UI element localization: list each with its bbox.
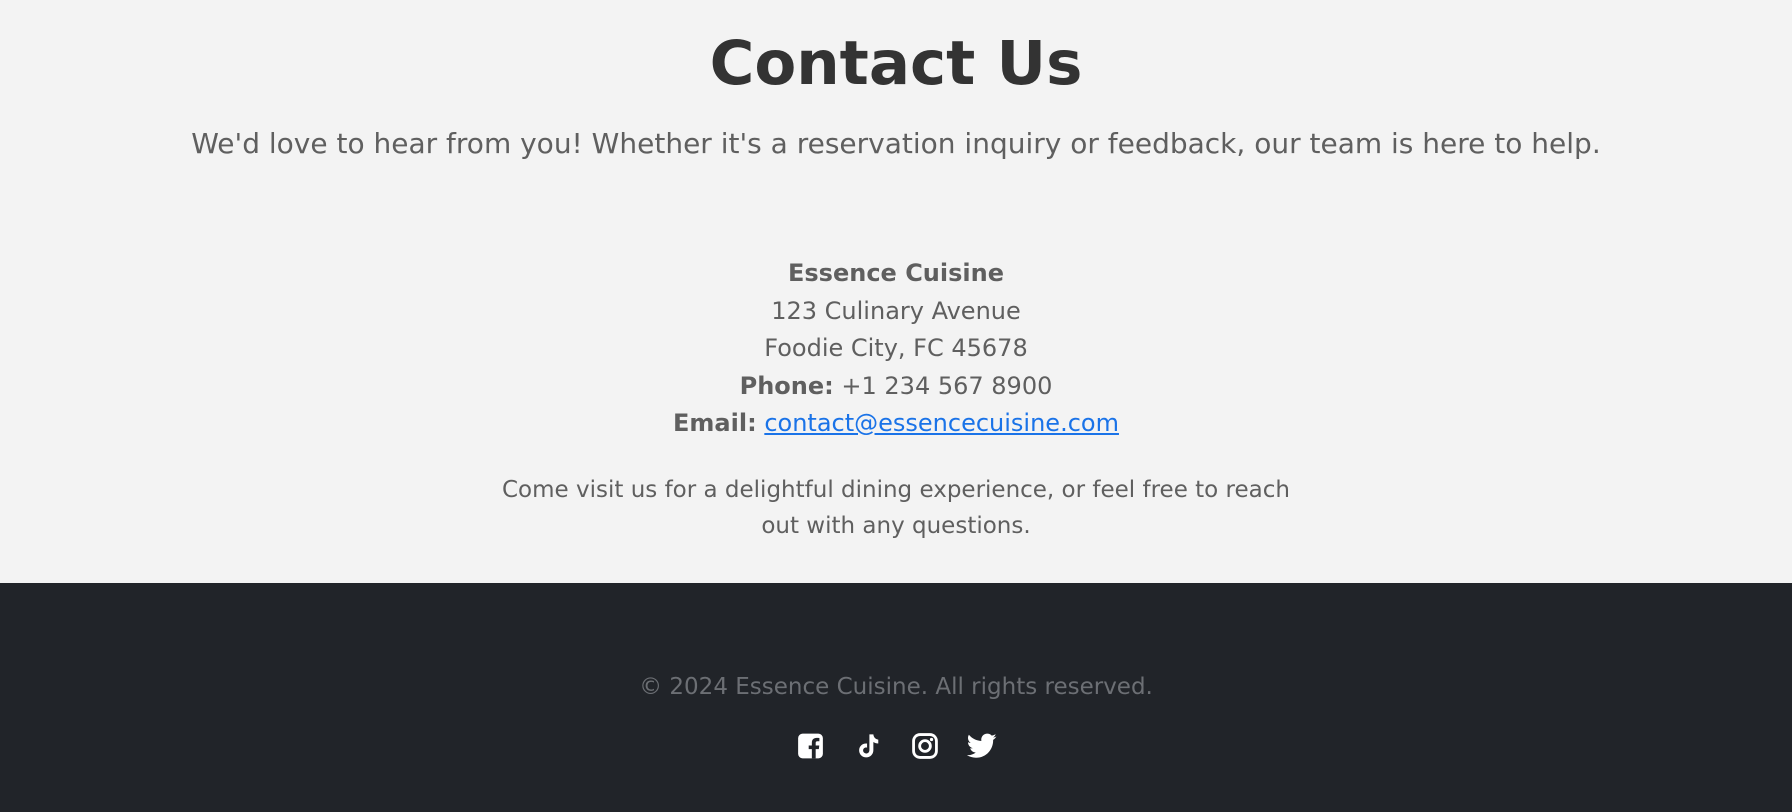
tiktok-icon[interactable] <box>853 730 883 762</box>
contact-subtitle: We'd love to hear from you! Whether it's… <box>191 127 1601 160</box>
copyright-text: © 2024 Essence Cuisine. All rights reser… <box>639 674 1153 700</box>
closing-text: Come visit us for a delightful dining ex… <box>502 477 1290 539</box>
phone-line: Phone: +1 234 567 8900 <box>0 368 1792 406</box>
email-line: Email: contact@essencecuisine.com <box>0 405 1792 443</box>
social-links <box>0 730 1792 764</box>
contact-section: Contact Us We'd love to hear from you! W… <box>0 0 1792 583</box>
site-footer: © 2024 Essence Cuisine. All rights reser… <box>0 583 1792 812</box>
email-link[interactable]: contact@essencecuisine.com <box>764 409 1119 437</box>
address-line-1: 123 Culinary Avenue <box>771 296 1021 325</box>
phone-label: Phone: <box>739 371 834 400</box>
twitter-icon[interactable] <box>966 730 997 762</box>
contact-info: Essence Cuisine 123 Culinary Avenue Food… <box>0 255 1792 443</box>
facebook-icon[interactable] <box>796 730 826 762</box>
instagram-icon[interactable] <box>910 730 940 762</box>
phone-value: +1 234 567 8900 <box>841 371 1053 400</box>
address-line-2: Foodie City, FC 45678 <box>764 334 1028 362</box>
email-label: Email: <box>673 409 757 437</box>
business-name: Essence Cuisine <box>788 259 1004 287</box>
page-title: Contact Us <box>709 28 1083 99</box>
